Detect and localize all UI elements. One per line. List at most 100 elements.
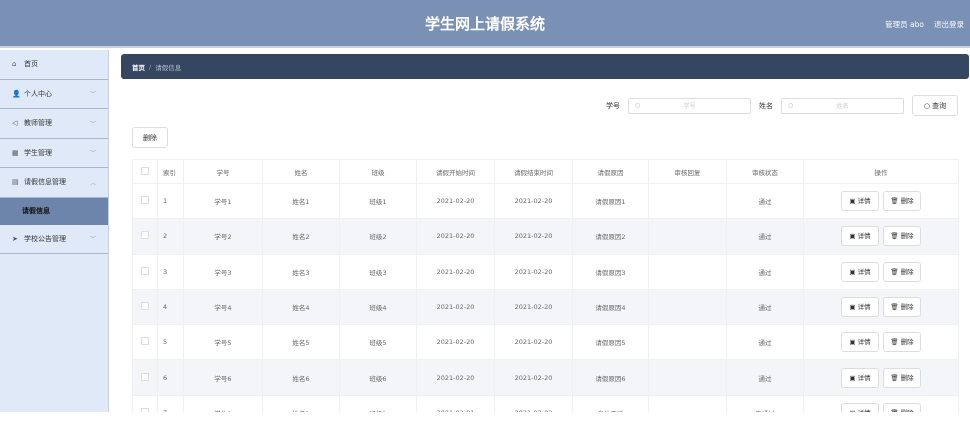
table-cell: 2021-02-20 (416, 324, 495, 361)
table-cell: 请假原因5 (572, 324, 649, 361)
query-label: 查询 (932, 101, 947, 110)
sidebar-item-announcements[interactable]: ➤ 学校公告管理 ﹀ (0, 225, 108, 254)
breadcrumb-home[interactable]: 首页 (132, 62, 145, 72)
delete-button[interactable]: 🗑 删除 (883, 191, 921, 212)
table-cell (648, 253, 727, 290)
detail-button[interactable]: ▣ 详情 (841, 332, 879, 353)
table-cell: 班级4 (339, 288, 417, 326)
chevron-icon: ﹀ (89, 91, 96, 99)
table-cell (648, 218, 727, 255)
query-button[interactable]: ○ 查询 (912, 95, 958, 116)
name-placeholder: 姓名 (836, 103, 849, 110)
checkbox-cell (132, 253, 158, 290)
row-checkbox[interactable] (141, 372, 149, 381)
app-title: 学生网上请假系统 (424, 15, 545, 33)
column-header: 审核回复 (648, 159, 727, 184)
column-header: 请假结束时间 (494, 159, 573, 184)
table-row: 2 学号2 姓名2 班级2 2021-02-20 2021-02-20 请假原因2 通过 ▣ 详… (132, 218, 959, 255)
table-cell: 请假原因6 (572, 359, 649, 396)
delete-button[interactable]: 🗑 删除 (883, 226, 921, 247)
table-cell (648, 324, 727, 361)
sidebar-item-2[interactable]: ◁ 教师管理 ﹀ (0, 109, 108, 139)
detail-button[interactable]: ▣ 详情 (841, 367, 879, 388)
table-cell: 请假原因3 (572, 253, 649, 290)
sidebar: ⌂ 首页 👤 个人中心 ﹀ ◁ 教师管理 ﹀ ▦ 学生管理 ﹀ ▤ 请假信息管理 ︿ 请假信息 ➤ 学校公告管理… (0, 50, 109, 412)
delete-button[interactable]: 🗑 删除 (883, 332, 921, 353)
chevron-icon: ︿ (89, 179, 96, 187)
chevron-icon: ﹀ (89, 120, 96, 128)
table-cell: 2021-02-20 (416, 288, 495, 326)
row-checkbox[interactable] (141, 337, 149, 346)
table-cell: 学号4 (183, 288, 263, 326)
detail-button[interactable]: ▣ 详情 (841, 297, 879, 318)
table-cell: 2021-02-20 (416, 218, 495, 255)
table-cell: 姓名2 (262, 218, 340, 255)
table-cell: 姓名3 (262, 253, 340, 290)
column-header: 请假开始时间 (416, 159, 495, 184)
menu-icon: ◁ (12, 119, 18, 128)
sidebar-item-4[interactable]: ▤ 请假信息管理 ︿ (0, 168, 108, 198)
table-cell: 通过 (726, 359, 804, 396)
row-checkbox[interactable] (141, 196, 149, 205)
checkbox-cell (132, 182, 158, 220)
breadcrumb: 首页 / 请假信息 (121, 54, 969, 79)
checkbox-cell (132, 288, 158, 326)
search-icon: ○ (923, 101, 930, 110)
page-bottom (0, 412, 970, 434)
delete-button[interactable]: 🗑 删除 (883, 261, 921, 282)
checkbox-cell (132, 218, 158, 255)
table-cell: 请假原因2 (572, 218, 649, 255)
table-row: 5 学号5 姓名5 班级5 2021-02-20 2021-02-20 请假原因5 通过 ▣ 详… (132, 324, 959, 361)
delete-button[interactable]: 🗑 删除 (883, 367, 921, 388)
sidebar-item-0[interactable]: ⌂ 首页 (0, 50, 108, 80)
table-cell: 请假原因4 (572, 288, 649, 326)
table-cell (648, 288, 727, 326)
select-all-checkbox[interactable] (141, 166, 149, 175)
table-cell: 通过 (726, 218, 804, 255)
table-cell: 请假原因1 (572, 182, 649, 220)
logout-link[interactable]: 退出登录 (934, 20, 964, 29)
detail-button[interactable]: ▣ 详情 (841, 226, 879, 247)
student-id-label: 学号 (606, 101, 620, 110)
student-id-placeholder: 学号 (683, 103, 696, 110)
table-cell: 2021-02-20 (494, 324, 573, 361)
sidebar-item-3-label: 学生管理 (24, 148, 52, 157)
table-cell: 2021-02-20 (494, 288, 573, 326)
table-row: 1 学号1 姓名1 班级1 2021-02-20 2021-02-20 请假原因1 通过 ▣ 详… (132, 182, 959, 220)
row-checkbox[interactable] (141, 302, 149, 311)
checkbox-cell (132, 359, 158, 396)
row-checkbox[interactable] (141, 266, 149, 275)
table-cell: 学号6 (183, 359, 263, 396)
column-header: 班级 (339, 159, 417, 184)
leave-table: 索引 学号 姓名 班级 请假开始时间 请假结束时间 请假原因 审核回复 审核状态 操作 1 学号1 姓… (132, 159, 959, 432)
sidebar-item-3[interactable]: ▦ 学生管理 ﹀ (0, 139, 108, 168)
column-header: 姓名 (262, 159, 340, 184)
actions-cell: ▣ 详情🗑 删除 (803, 324, 959, 361)
row-checkbox[interactable] (141, 231, 149, 240)
table-cell: 姓名6 (262, 359, 340, 396)
breadcrumb-separator: / (149, 62, 152, 71)
table-cell: 学号1 (183, 182, 263, 220)
detail-button[interactable]: ▣ 详情 (841, 191, 879, 212)
detail-button[interactable]: ▣ 详情 (841, 261, 879, 282)
table-cell: 2021-02-20 (416, 182, 495, 220)
sidebar-item-1[interactable]: 👤 个人中心 ﹀ (0, 80, 108, 109)
table-cell: 通过 (726, 253, 804, 290)
menu-icon: ⌂ (12, 60, 17, 69)
delete-button[interactable]: 🗑 删除 (883, 297, 921, 318)
table-row: 4 学号4 姓名4 班级4 2021-02-20 2021-02-20 请假原因4 通过 ▣ 详… (132, 288, 959, 326)
main-content: 首页 / 请假信息 学号 ○ 学号 姓名 ○ 姓名 ○ 查询 删除 索引 学号 姓名 班级… (111, 50, 970, 432)
bulk-delete-button[interactable]: 删除 (132, 127, 168, 148)
name-input[interactable]: ○ 姓名 (781, 97, 904, 114)
name-label: 姓名 (759, 101, 773, 110)
menu-icon: ➤ (12, 234, 18, 243)
app-header: 学生网上请假系统 管理员 abo 退出登录 (0, 0, 970, 48)
actions-cell: ▣ 详情🗑 删除 (803, 359, 959, 396)
menu-icon: ▤ (12, 178, 19, 187)
table-cell: 姓名1 (262, 182, 340, 220)
sidebar-item-2-label: 教师管理 (24, 119, 52, 128)
checkbox-cell (132, 324, 158, 361)
column-header: 操作 (803, 159, 959, 184)
student-id-input[interactable]: ○ 学号 (628, 97, 751, 114)
sidebar-subitem-leave-info[interactable]: 请假信息 (0, 197, 108, 225)
